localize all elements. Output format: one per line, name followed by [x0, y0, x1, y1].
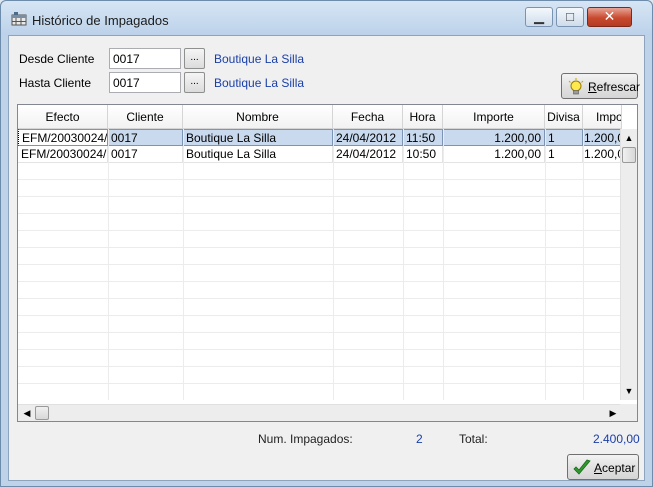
close-button[interactable]: ✕	[587, 7, 632, 27]
cell-importe-divisa[interactable]: 1.200,00	[583, 129, 622, 146]
grid-column-line	[183, 129, 184, 400]
total-value: 2.400,00	[593, 432, 640, 446]
cell-hora[interactable]: 10:50	[403, 146, 443, 163]
vertical-scrollbar[interactable]: ▲ ▼	[620, 129, 637, 400]
num-impagados-label: Num. Impagados:	[258, 432, 353, 446]
minimize-icon: ▁	[534, 9, 544, 24]
column-header-importe-divisa[interactable]: Impo	[583, 105, 622, 129]
cell-cliente[interactable]: 0017	[108, 129, 183, 146]
column-header-importe[interactable]: Importe	[443, 105, 545, 129]
grid-header: Efecto Cliente Nombre Fecha Hora Importe…	[18, 105, 622, 129]
desde-cliente-label: Desde Cliente	[19, 52, 95, 66]
impagados-grid[interactable]: Efecto Cliente Nombre Fecha Hora Importe…	[17, 104, 638, 422]
cell-nombre[interactable]: Boutique La Silla	[183, 146, 333, 163]
vertical-scroll-thumb[interactable]	[622, 147, 636, 163]
checkmark-icon	[573, 459, 591, 475]
desde-cliente-lookup-button[interactable]: ...	[184, 48, 205, 69]
maximize-button[interactable]: □	[556, 7, 584, 27]
cell-divisa[interactable]: 1	[545, 146, 583, 163]
cell-divisa[interactable]: 1	[545, 129, 583, 146]
hasta-cliente-label: Hasta Cliente	[19, 76, 92, 90]
scroll-left-arrow-icon[interactable]: ◀	[19, 405, 35, 421]
grid-column-line	[333, 129, 334, 400]
column-header-nombre[interactable]: Nombre	[183, 105, 333, 129]
hasta-cliente-input[interactable]: 0017	[109, 72, 181, 93]
grid-column-line	[583, 129, 584, 400]
cell-importe[interactable]: 1.200,00	[443, 146, 545, 163]
scroll-right-arrow-icon[interactable]: ▶	[605, 405, 621, 421]
refrescar-label: Refrescar	[588, 80, 641, 94]
desde-cliente-input[interactable]: 0017	[109, 48, 181, 69]
column-header-divisa[interactable]: Divisa	[545, 105, 583, 129]
column-header-fecha[interactable]: Fecha	[333, 105, 403, 129]
aceptar-button[interactable]: Aceptar	[567, 454, 639, 480]
close-icon: ✕	[603, 8, 616, 24]
column-header-hora[interactable]: Hora	[403, 105, 443, 129]
cell-fecha[interactable]: 24/04/2012	[333, 146, 403, 163]
maximize-icon: □	[566, 9, 574, 24]
scroll-up-arrow-icon[interactable]: ▲	[621, 130, 637, 146]
scrollbar-corner	[620, 404, 637, 421]
cell-hora[interactable]: 11:50	[403, 129, 443, 146]
history-grid-icon	[11, 12, 27, 26]
total-label: Total:	[459, 432, 488, 446]
cell-efecto[interactable]: EFM/20030024/1	[18, 129, 108, 146]
column-header-efecto[interactable]: Efecto	[18, 105, 108, 129]
cell-cliente[interactable]: 0017	[108, 146, 183, 163]
cell-importe[interactable]: 1.200,00	[443, 129, 545, 146]
impagados-window: Histórico de Impagados ▁ □ ✕ Desde Clien…	[0, 0, 653, 487]
minimize-button[interactable]: ▁	[525, 7, 553, 27]
hasta-cliente-name: Boutique La Silla	[214, 76, 305, 90]
hasta-cliente-lookup-button[interactable]: ...	[184, 72, 205, 93]
aceptar-label: Aceptar	[594, 461, 636, 475]
lightbulb-icon	[568, 78, 584, 95]
num-impagados-value: 2	[416, 432, 423, 446]
window-title: Histórico de Impagados	[32, 13, 169, 28]
horizontal-scrollbar[interactable]: ◀ ▶	[18, 404, 622, 421]
cell-nombre[interactable]: Boutique La Silla	[183, 129, 333, 146]
column-header-cliente[interactable]: Cliente	[108, 105, 183, 129]
cell-efecto[interactable]: EFM/20030024/1	[18, 146, 108, 163]
horizontal-scroll-thumb[interactable]	[35, 406, 49, 420]
grid-column-line	[545, 129, 546, 400]
cell-fecha[interactable]: 24/04/2012	[333, 129, 403, 146]
grid-column-line	[443, 129, 444, 400]
scroll-down-arrow-icon[interactable]: ▼	[621, 383, 637, 399]
desde-cliente-name: Boutique La Silla	[214, 52, 305, 66]
title-bar[interactable]: Histórico de Impagados ▁ □ ✕	[1, 1, 652, 35]
grid-column-line	[403, 129, 404, 400]
client-area: Desde Cliente 0017 ... Boutique La Silla…	[8, 35, 645, 481]
grid-column-line	[108, 129, 109, 400]
cell-importe-divisa[interactable]: 1.200,00	[583, 146, 622, 163]
refrescar-button[interactable]: Refrescar	[561, 73, 641, 99]
